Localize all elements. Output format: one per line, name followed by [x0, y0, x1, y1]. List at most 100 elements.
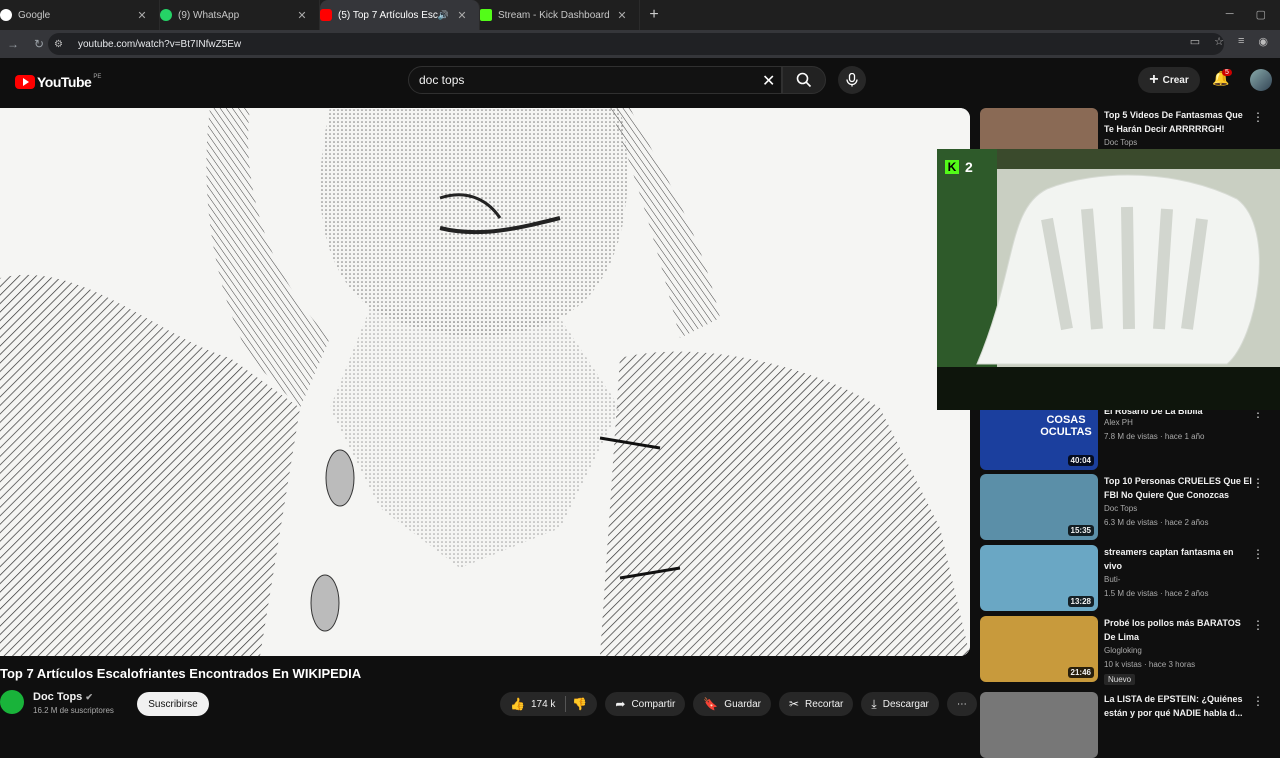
- minimize-icon[interactable]: ─: [1226, 8, 1234, 21]
- tab-title: (9) WhatsApp: [178, 9, 240, 21]
- omnibox[interactable]: ⚙ youtube.com/watch?v=Bt7INfwZ5Ew: [48, 33, 1224, 55]
- close-icon[interactable]: ✕: [455, 9, 469, 22]
- subscribe-button[interactable]: Suscribirse: [137, 692, 209, 716]
- rec-channel[interactable]: Glogloking: [1104, 646, 1142, 655]
- country-code: PE: [93, 74, 102, 80]
- rec-meta: 1.5 M de vistas · hace 2 años: [1104, 589, 1209, 598]
- kick-viewer-count: K 2: [945, 159, 973, 175]
- video-frame-engraving: [0, 108, 970, 656]
- youtube-header: YouTube PE doc tops ✕ + Crear 🔔 5: [0, 58, 1280, 108]
- channel-name[interactable]: Doc Tops ✔: [33, 691, 93, 703]
- close-icon[interactable]: ✕: [135, 9, 149, 22]
- tab-title: Stream - Kick Dashboard: [498, 9, 610, 21]
- rec-channel[interactable]: Doc Tops: [1104, 138, 1137, 147]
- youtube-logo[interactable]: YouTube PE: [15, 74, 101, 90]
- voice-search-button[interactable]: [838, 66, 866, 94]
- scissors-icon: ✂: [788, 697, 800, 711]
- rec-title[interactable]: La LISTA de EPSTEIN: ¿Quiénes están y po…: [1104, 692, 1254, 720]
- duration-badge: 15:35: [1067, 525, 1094, 536]
- search-input[interactable]: doc tops: [408, 66, 782, 94]
- list-item[interactable]: 21:46 Probé los pollos más BARATOS De Li…: [980, 616, 1280, 685]
- search-button[interactable]: [782, 66, 826, 94]
- rec-channel[interactable]: Alex PH: [1104, 418, 1133, 427]
- site-info-icon[interactable]: ⚙: [54, 39, 70, 50]
- speaker-icon[interactable]: 🔊: [438, 10, 449, 21]
- logo-text: YouTube: [37, 74, 92, 90]
- more-vert-icon[interactable]: ⋮: [1252, 694, 1264, 708]
- address-actions: ▭ ☆ ≡ ◉: [1190, 35, 1268, 48]
- more-vert-icon[interactable]: ⋮: [1252, 476, 1264, 490]
- thumbs-down-icon[interactable]: 👎: [572, 697, 587, 711]
- maximize-icon[interactable]: ▢: [1256, 8, 1266, 21]
- rec-channel[interactable]: Buti-: [1104, 575, 1120, 584]
- download-button[interactable]: ⤓ Descargar: [861, 692, 939, 716]
- profile-icon[interactable]: ◉: [1258, 35, 1268, 48]
- clip-button[interactable]: ✂ Recortar: [778, 692, 854, 716]
- video-thumbnail[interactable]: 15:35: [980, 474, 1098, 540]
- kick-icon: [480, 9, 492, 21]
- rec-title[interactable]: Top 10 Personas CRUELES Que El FBI No Qu…: [1104, 474, 1254, 502]
- video-thumbnail[interactable]: 21:46: [980, 616, 1098, 682]
- tab-title: Google: [18, 9, 51, 21]
- rec-title[interactable]: Top 5 Videos De Fantasmas Que Te Harán D…: [1104, 108, 1254, 136]
- rec-title[interactable]: Probé los pollos más BARATOS De Lima: [1104, 616, 1254, 644]
- subscriber-count: 16.2 M de suscriptores: [33, 706, 114, 715]
- share-button[interactable]: ➦ Compartir: [605, 692, 686, 716]
- video-thumbnail[interactable]: COSAS OCULTAS 40:04: [980, 404, 1098, 470]
- list-item[interactable]: 13:28 streamers captan fantasma en vivo …: [980, 545, 1280, 611]
- divider: [565, 696, 567, 712]
- avatar[interactable]: [1250, 69, 1272, 91]
- video-thumbnail[interactable]: [980, 692, 1098, 758]
- video-player[interactable]: [0, 108, 970, 656]
- tab-whatsapp[interactable]: (9) WhatsApp ✕: [160, 0, 320, 30]
- close-icon[interactable]: ✕: [295, 9, 309, 22]
- reading-list-icon[interactable]: ≡: [1238, 35, 1244, 48]
- rec-title[interactable]: streamers captan fantasma en vivo: [1104, 545, 1254, 573]
- more-vert-icon[interactable]: ⋮: [1252, 547, 1264, 561]
- video-thumbnail[interactable]: 13:28: [980, 545, 1098, 611]
- tab-title: (5) Top 7 Artículos Escalofri: [338, 9, 438, 21]
- like-count: 174 k: [530, 698, 556, 710]
- verified-icon: ✔: [85, 692, 93, 702]
- forward-icon[interactable]: →: [0, 37, 26, 51]
- more-actions-button[interactable]: ⋯: [946, 692, 977, 716]
- list-item[interactable]: COSAS OCULTAS 40:04 El Rosario De La Bib…: [980, 404, 1280, 470]
- thumbs-up-icon: 👍: [510, 697, 525, 711]
- tab-kick[interactable]: Stream - Kick Dashboard ✕: [480, 0, 640, 30]
- rec-meta: 6.3 M de vistas · hace 2 años: [1104, 518, 1209, 527]
- save-button[interactable]: 🔖 Guardar: [693, 692, 771, 716]
- channel-avatar[interactable]: [0, 690, 24, 714]
- new-tab-button[interactable]: +: [640, 6, 668, 24]
- search-value[interactable]: doc tops: [419, 73, 464, 87]
- list-item[interactable]: La LISTA de EPSTEIN: ¿Quiénes están y po…: [980, 692, 1280, 758]
- kick-logo-icon: K: [945, 160, 959, 174]
- plus-icon: +: [1149, 71, 1159, 88]
- notification-count-badge: 5: [1222, 69, 1232, 76]
- like-button[interactable]: 👍 174 k 👎: [500, 692, 598, 716]
- cast-icon[interactable]: ▭: [1190, 35, 1200, 48]
- bookmark-icon: 🔖: [703, 697, 719, 711]
- more-vert-icon[interactable]: ⋮: [1252, 110, 1264, 124]
- clear-search-icon[interactable]: ✕: [762, 71, 775, 91]
- more-vert-icon[interactable]: ⋮: [1252, 618, 1264, 632]
- list-item[interactable]: 15:35 Top 10 Personas CRUELES Que El FBI…: [980, 474, 1280, 540]
- url-text[interactable]: youtube.com/watch?v=Bt7INfwZ5Ew: [78, 39, 241, 50]
- download-icon: ⤓: [871, 696, 877, 711]
- tab-youtube[interactable]: (5) Top 7 Artículos Escalofri 🔊 ✕: [320, 0, 480, 30]
- rec-meta: 10 k vistas · hace 3 horas: [1104, 660, 1196, 669]
- duration-badge: 21:46: [1067, 667, 1094, 678]
- webcam-feed-chair: [937, 149, 1280, 410]
- close-icon[interactable]: ✕: [615, 9, 629, 22]
- kick-stream-overlay: K 2: [937, 149, 1280, 410]
- video-actions: 👍 174 k 👎 ➦ Compartir 🔖 Guardar ✂ Recortar ⤓ D…: [500, 692, 977, 716]
- rec-channel[interactable]: Doc Tops: [1104, 504, 1137, 513]
- search-icon: [796, 72, 812, 88]
- tab-google[interactable]: Google ✕: [0, 0, 160, 30]
- clip-label: Recortar: [805, 698, 844, 710]
- channel-name-text[interactable]: Doc Tops: [33, 691, 82, 703]
- duration-badge: 13:28: [1067, 596, 1094, 607]
- google-icon: [0, 9, 12, 21]
- share-icon: ➦: [615, 697, 626, 711]
- bookmark-star-icon[interactable]: ☆: [1214, 35, 1224, 48]
- create-button[interactable]: + Crear: [1138, 67, 1200, 93]
